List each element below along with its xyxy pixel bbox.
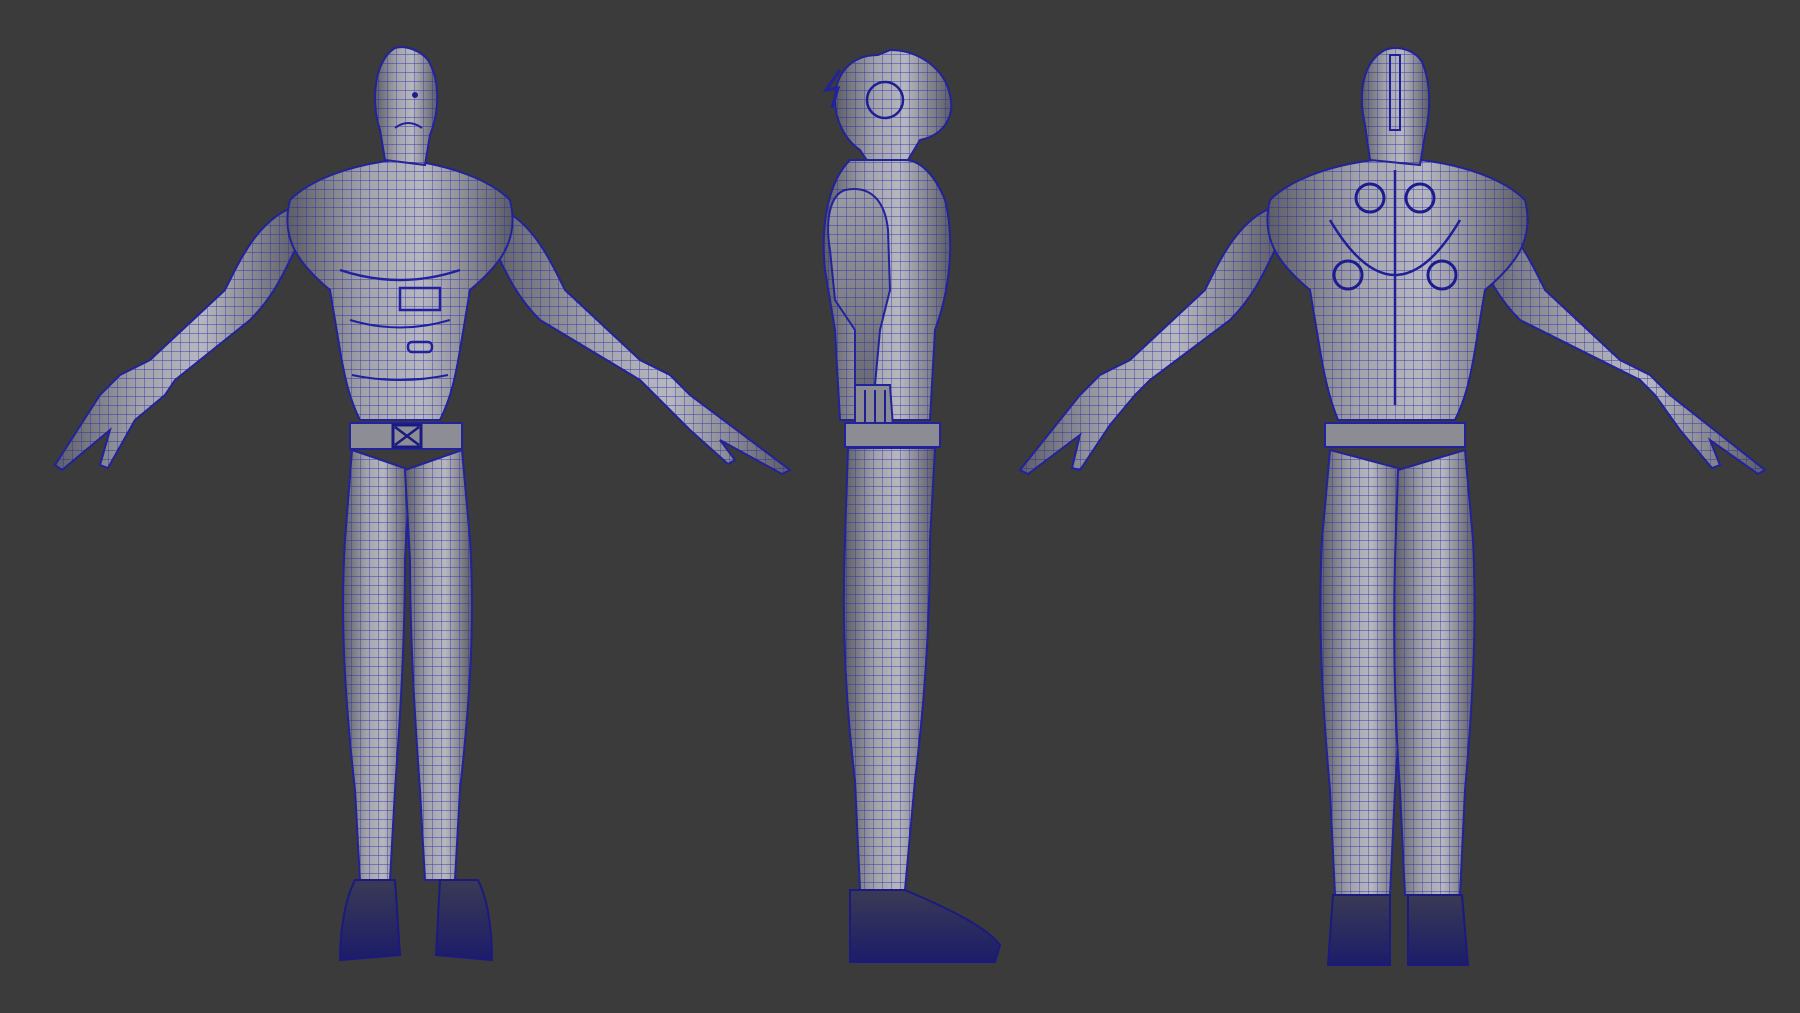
viewport [0,0,1800,1013]
side-belt [844,422,941,448]
side-shoe [849,889,1002,963]
back-belt [1324,422,1466,448]
back-right-shoe [1407,894,1470,966]
front-right-shoe [434,879,494,962]
front-view [53,46,792,962]
back-view [1018,47,1767,966]
side-view [822,48,1002,963]
back-left-shoe [1326,894,1391,966]
front-left-shoe [338,879,402,962]
character-turnaround [53,46,1767,966]
